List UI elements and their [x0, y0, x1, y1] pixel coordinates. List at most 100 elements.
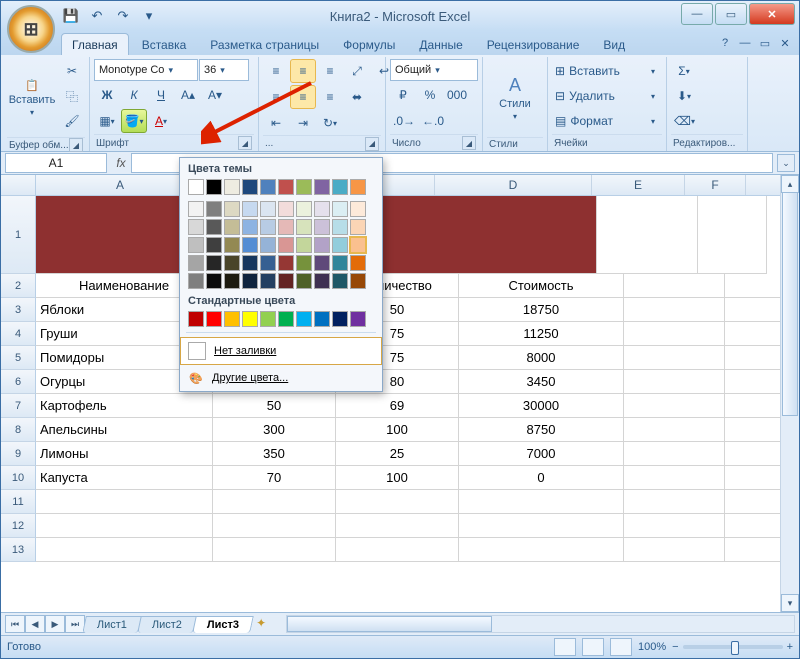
cell[interactable] [459, 490, 624, 514]
cell[interactable] [336, 490, 459, 514]
scroll-down-button[interactable]: ▾ [781, 594, 799, 612]
color-swatch[interactable] [242, 179, 258, 195]
decrease-indent-button[interactable]: ⇤ [263, 111, 289, 135]
cell[interactable]: Картофель [36, 394, 213, 418]
italic-button[interactable]: К [121, 83, 147, 107]
row-header[interactable]: 3 [1, 298, 36, 322]
horizontal-scrollbar[interactable] [286, 615, 795, 633]
tab-data[interactable]: Данные [408, 33, 473, 55]
cell[interactable]: 69 [336, 394, 459, 418]
color-swatch[interactable] [332, 273, 348, 289]
color-swatch[interactable] [350, 255, 366, 271]
zoom-level[interactable]: 100% [638, 641, 666, 653]
color-swatch[interactable] [332, 311, 348, 327]
color-swatch[interactable] [296, 179, 312, 195]
row-header[interactable]: 11 [1, 490, 36, 514]
format-painter-button[interactable]: 🖌 [59, 109, 85, 133]
color-swatch[interactable] [278, 255, 294, 271]
scroll-thumb[interactable] [782, 192, 798, 416]
color-swatch[interactable] [224, 219, 240, 235]
color-swatch[interactable] [242, 255, 258, 271]
color-swatch[interactable] [314, 311, 330, 327]
cell[interactable]: Апельсины [36, 418, 213, 442]
cell[interactable]: 8750 [459, 418, 624, 442]
cell[interactable] [36, 514, 213, 538]
color-swatch[interactable] [260, 237, 276, 253]
styles-button[interactable]: A Стили ▾ [487, 59, 543, 137]
wb-close-button[interactable]: ✕ [777, 35, 793, 51]
color-swatch[interactable] [188, 201, 204, 217]
cell[interactable] [336, 514, 459, 538]
more-colors-button[interactable]: 🎨 Другие цвета... [180, 365, 382, 391]
orientation-dd-button[interactable]: ↻▾ [317, 111, 343, 135]
color-swatch[interactable] [314, 273, 330, 289]
cell[interactable]: 25 [336, 442, 459, 466]
color-swatch[interactable] [350, 219, 366, 235]
undo-button[interactable]: ↶ [87, 6, 107, 26]
color-swatch[interactable] [224, 273, 240, 289]
cell[interactable] [213, 490, 336, 514]
row-header[interactable]: 10 [1, 466, 36, 490]
color-swatch[interactable] [242, 311, 258, 327]
color-swatch[interactable] [350, 179, 366, 195]
color-swatch[interactable] [332, 179, 348, 195]
redo-button[interactable]: ↷ [113, 6, 133, 26]
cell[interactable]: 0 [459, 466, 624, 490]
cell[interactable]: 100 [336, 466, 459, 490]
column-header[interactable]: F [685, 175, 746, 195]
row-header[interactable]: 8 [1, 418, 36, 442]
tab-view[interactable]: Вид [592, 33, 636, 55]
cell[interactable] [459, 514, 624, 538]
page-break-view-button[interactable] [610, 638, 632, 656]
name-box[interactable]: A1 [5, 153, 107, 173]
new-sheet-button[interactable]: ✦ [256, 616, 278, 632]
cell[interactable] [36, 490, 213, 514]
tab-insert[interactable]: Вставка [131, 33, 198, 55]
cell[interactable]: 8000 [459, 346, 624, 370]
fx-button[interactable]: fx [111, 156, 131, 170]
cell[interactable] [213, 514, 336, 538]
cell[interactable]: 11250 [459, 322, 624, 346]
copy-button[interactable]: ⿻ [59, 84, 85, 108]
no-fill-button[interactable]: Нет заливки [180, 337, 382, 365]
page-layout-view-button[interactable] [582, 638, 604, 656]
row-header[interactable]: 2 [1, 274, 36, 298]
scroll-up-button[interactable]: ▴ [781, 175, 799, 193]
color-swatch[interactable] [242, 219, 258, 235]
cell[interactable] [624, 322, 725, 346]
color-swatch[interactable] [278, 179, 294, 195]
cell[interactable] [624, 442, 725, 466]
paste-button[interactable]: 📋 Вставить ▾ [7, 59, 57, 137]
align-top-button[interactable]: ≡ [263, 59, 289, 83]
tab-review[interactable]: Рецензирование [476, 33, 591, 55]
color-swatch[interactable] [314, 179, 330, 195]
cell[interactable]: 300 [213, 418, 336, 442]
font-color-button[interactable]: A▾ [148, 109, 174, 133]
cell[interactable] [459, 538, 624, 562]
expand-formula-bar-button[interactable]: ⌄ [777, 154, 795, 172]
fill-button[interactable]: ⬇▾ [671, 84, 697, 108]
color-swatch[interactable] [296, 219, 312, 235]
cell[interactable] [624, 418, 725, 442]
color-swatch[interactable] [206, 311, 222, 327]
fill-color-button[interactable]: 🪣▾ [121, 109, 147, 133]
cell[interactable] [36, 538, 213, 562]
color-swatch[interactable] [332, 201, 348, 217]
close-button[interactable]: ✕ [749, 3, 795, 25]
cell[interactable] [597, 196, 698, 274]
first-sheet-button[interactable]: ⏮ [5, 615, 25, 633]
color-swatch[interactable] [206, 237, 222, 253]
cells-insert-button[interactable]: ⊞Вставить▾ [552, 59, 658, 83]
color-swatch[interactable] [260, 255, 276, 271]
cell[interactable]: 18750 [459, 298, 624, 322]
color-swatch[interactable] [314, 237, 330, 253]
color-swatch[interactable] [224, 255, 240, 271]
select-all-corner[interactable] [1, 175, 36, 195]
zoom-slider[interactable] [683, 645, 783, 649]
color-swatch[interactable] [242, 237, 258, 253]
cell[interactable]: 3450 [459, 370, 624, 394]
maximize-button[interactable]: ▭ [715, 3, 747, 25]
next-sheet-button[interactable]: ▶ [45, 615, 65, 633]
autosum-button[interactable]: Σ▾ [671, 59, 697, 83]
bold-button[interactable]: Ж [94, 83, 120, 107]
